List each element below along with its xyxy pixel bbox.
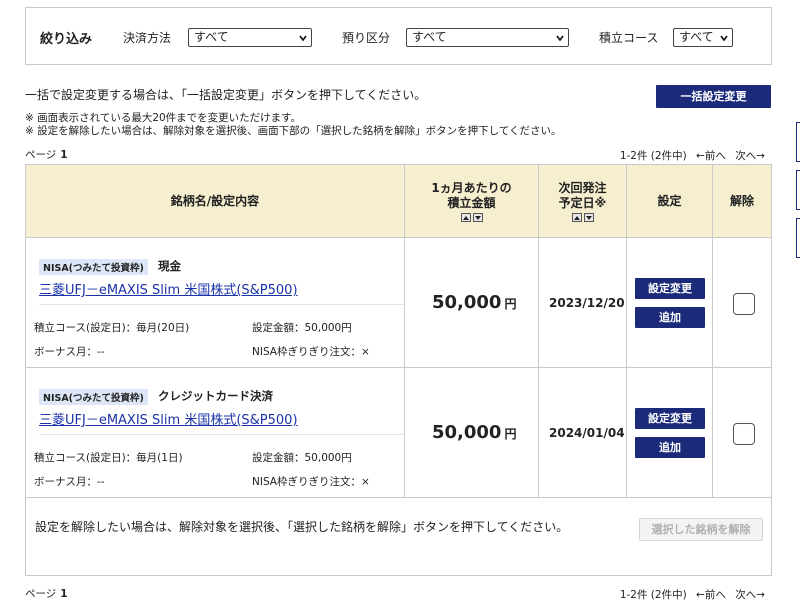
prev-link[interactable]: ←前へ (696, 589, 726, 601)
release-note: ※ 設定を解除したい場合は、解除対象を選択後、画面下部の「選択した銘柄を解除」ボ… (25, 125, 562, 137)
divider (39, 304, 405, 305)
next-date-cell: 2024/01/04 (539, 368, 627, 497)
chevron-down-icon (299, 35, 307, 42)
col-release-header: 解除 (713, 165, 771, 238)
table-row: NISA(つみたて投資枠) 現金 三菱UFJ－eMAXIS Slim 米国株式(… (26, 238, 771, 368)
bulk-change-button[interactable]: 一括設定変更 (656, 85, 771, 108)
release-cell (713, 238, 771, 367)
amount-unit: 円 (504, 297, 517, 311)
result-count: 1-2件 (2件中) (619, 150, 687, 162)
pager-bottom: 1-2件 (2件中) ←前へ 次へ→ (614, 587, 765, 602)
course-info: 積立コース(設定日)：毎月(20日) (34, 322, 190, 334)
col-next-label-1: 次回発注 (558, 181, 607, 195)
table-row: NISA(つみたて投資枠) クレジットカード決済 三菱UFJ－eMAXIS Sl… (26, 368, 771, 498)
chevron-down-icon (556, 35, 564, 42)
next-order-date: 2024/01/04 (549, 426, 625, 440)
add-button[interactable]: 追加 (635, 437, 705, 458)
col-next-label-2: 予定日※ (558, 196, 607, 210)
prev-link[interactable]: ←前へ (696, 150, 726, 162)
course-label: 積立コース (599, 31, 659, 45)
amount-cell: 50,000 円 (405, 368, 539, 497)
bonus-month-info: ボーナス月：-- (34, 476, 105, 488)
deposit-type-select[interactable]: すべて (406, 28, 569, 47)
col-settings-header: 設定 (627, 165, 713, 238)
set-amount-info: 設定金額：50,000円 (252, 322, 352, 334)
release-instructions: 設定を解除したい場合は、解除対象を選択後、「選択した銘柄を解除」ボタンを押下して… (35, 520, 569, 534)
release-checkbox[interactable] (733, 293, 755, 315)
fund-cell: NISA(つみたて投資枠) 現金 三菱UFJ－eMAXIS Slim 米国株式(… (26, 238, 405, 367)
change-settings-button[interactable]: 設定変更 (635, 278, 705, 299)
next-link[interactable]: 次へ→ (735, 589, 765, 601)
payment-method-value: すべて (194, 30, 229, 44)
amount-cell: 50,000 円 (405, 238, 539, 367)
amount-value: 50,000 (432, 292, 502, 313)
release-selected-button[interactable]: 選択した銘柄を解除 (639, 518, 763, 541)
page-label: ページ (25, 149, 57, 161)
deposit-type-label: 預り区分 (342, 31, 391, 45)
filter-title: 絞り込み (40, 32, 93, 47)
sort-desc-icon[interactable] (472, 213, 483, 222)
release-cell (713, 368, 771, 497)
add-button[interactable]: 追加 (635, 307, 705, 328)
page-label: ページ (25, 588, 57, 600)
divider (39, 434, 405, 435)
sort-controls (571, 213, 594, 222)
fund-cell: NISA(つみたて投資枠) クレジットカード決済 三菱UFJ－eMAXIS Sl… (26, 368, 405, 497)
release-checkbox[interactable] (733, 423, 755, 445)
savings-settings-table: 銘柄名/設定内容 1ヵ月あたりの 積立金額 次回発注 予定日※ 設定 解除 NI… (25, 164, 772, 576)
nisa-badge: NISA(つみたて投資枠) (39, 259, 148, 275)
deposit-type-value: すべて (412, 30, 447, 44)
next-order-date: 2023/12/20 (549, 296, 625, 310)
pager-top: 1-2件 (2件中) ←前へ 次へ→ (614, 148, 765, 163)
fund-name-link[interactable]: 三菱UFJ－eMAXIS Slim 米国株式(S&P500) (39, 279, 298, 298)
col-settings-label: 設定 (657, 194, 682, 208)
col-fund-label: 銘柄名/設定内容 (170, 194, 260, 208)
payment-type: クレジットカード決済 (158, 389, 273, 403)
chevron-down-icon (720, 35, 728, 42)
nisa-badge: NISA(つみたて投資枠) (39, 389, 148, 405)
amount-value: 50,000 (432, 422, 502, 443)
bulk-change-notice: 一括で設定変更する場合は、「一括設定変更」ボタンを押下してください。 (25, 88, 427, 102)
table-header: 銘柄名/設定内容 1ヵ月あたりの 積立金額 次回発注 予定日※ 設定 解除 (26, 165, 771, 238)
page-indicator: ページ 1 (25, 147, 68, 162)
monthly-amount: 50,000 円 (432, 292, 516, 313)
sort-asc-icon[interactable] (571, 213, 582, 222)
settings-cell: 設定変更 追加 (627, 368, 713, 497)
next-link[interactable]: 次へ→ (735, 150, 765, 162)
col-fund-header: 銘柄名/設定内容 (26, 165, 405, 238)
sort-desc-icon[interactable] (583, 213, 594, 222)
set-amount-info: 設定金額：50,000円 (252, 452, 352, 464)
bonus-month-info: ボーナス月：-- (34, 346, 105, 358)
col-monthly-amount-header: 1ヵ月あたりの 積立金額 (405, 165, 539, 238)
payment-method-label: 決済方法 (123, 31, 172, 45)
page-number: 1 (60, 149, 68, 161)
next-date-cell: 2023/12/20 (539, 238, 627, 367)
result-count: 1-2件 (2件中) (619, 589, 687, 601)
page-number: 1 (60, 588, 68, 600)
side-tab-edge[interactable] (796, 122, 800, 162)
col-monthly-label-1: 1ヵ月あたりの (431, 181, 512, 195)
amount-unit: 円 (504, 427, 517, 441)
fund-name-link[interactable]: 三菱UFJ－eMAXIS Slim 米国株式(S&P500) (39, 409, 298, 428)
monthly-amount: 50,000 円 (432, 422, 516, 443)
course-select[interactable]: すべて (673, 28, 733, 47)
change-settings-button[interactable]: 設定変更 (635, 408, 705, 429)
nisa-order-info: NISA枠ぎりぎり注文：× (252, 476, 370, 488)
settings-cell: 設定変更 追加 (627, 238, 713, 367)
payment-method-select[interactable]: すべて (188, 28, 312, 47)
sort-asc-icon[interactable] (460, 213, 471, 222)
page-indicator-bottom: ページ 1 (25, 586, 68, 601)
side-tab-edge[interactable] (796, 218, 800, 258)
course-value: すべて (679, 30, 714, 44)
col-monthly-label-2: 積立金額 (447, 196, 496, 210)
sort-controls (460, 213, 483, 222)
side-tab-edge[interactable] (796, 170, 800, 210)
col-release-label: 解除 (729, 194, 754, 208)
nisa-order-info: NISA枠ぎりぎり注文：× (252, 346, 370, 358)
course-info: 積立コース(設定日)：毎月(1日) (34, 452, 183, 464)
col-next-date-header: 次回発注 予定日※ (539, 165, 627, 238)
payment-type: 現金 (158, 259, 181, 273)
filter-panel: 絞り込み 決済方法 すべて 預り区分 すべて 積立コース すべて (25, 7, 772, 65)
